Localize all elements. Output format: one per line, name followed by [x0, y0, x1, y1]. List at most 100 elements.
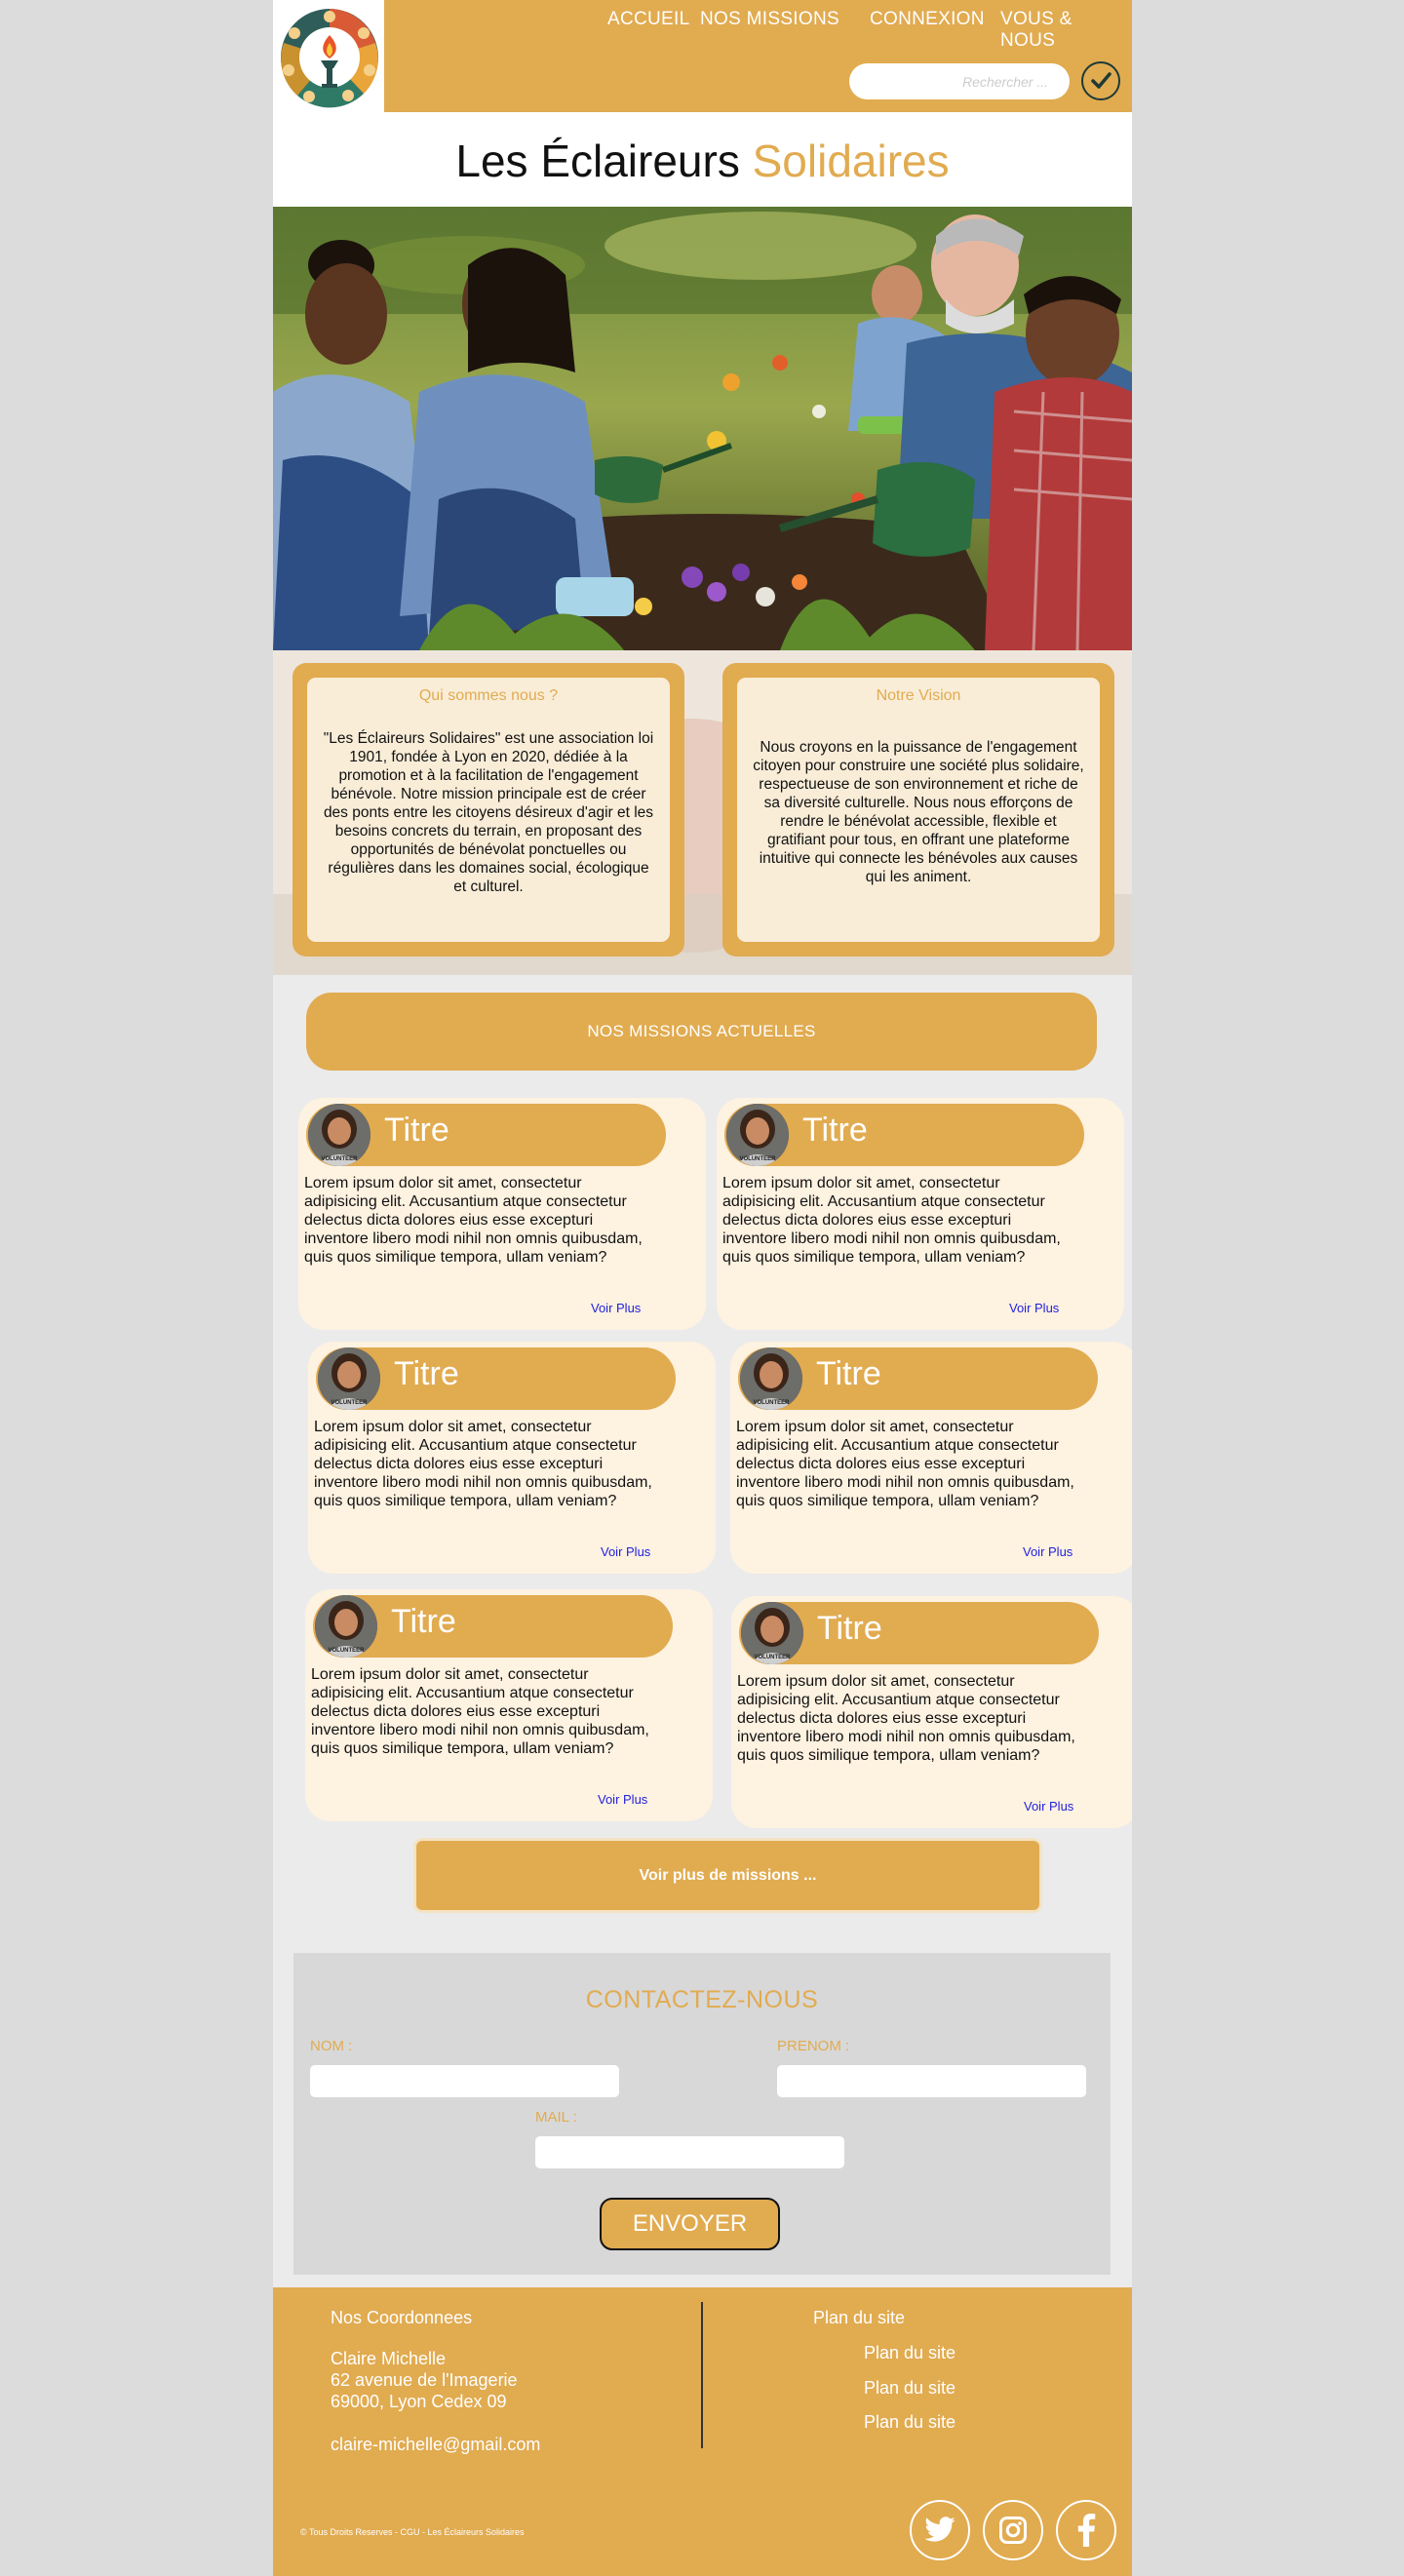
- avatar: VOLUNTEER: [726, 1104, 789, 1166]
- search-input[interactable]: [849, 63, 1070, 99]
- mail-label: MAIL :: [535, 2109, 577, 2126]
- mission-card[interactable]: VOLUNTEER Titre Lorem ipsum dolor sit am…: [730, 1342, 1132, 1574]
- nav-home[interactable]: ACCUEIL: [607, 9, 689, 30]
- nav-login[interactable]: CONNEXION: [870, 9, 985, 30]
- avatar-face: [746, 1117, 769, 1145]
- instagram-icon: [999, 2517, 1027, 2544]
- send-button[interactable]: ENVOYER: [600, 2198, 780, 2250]
- facebook-button[interactable]: [1056, 2500, 1116, 2560]
- hero-image: [273, 207, 1132, 650]
- instagram-button[interactable]: [983, 2500, 1043, 2560]
- nom-field[interactable]: [310, 2065, 619, 2097]
- sitemap-link[interactable]: Plan du site: [864, 2343, 956, 2363]
- about-vision-text: Nous croyons en la puissance de l'engage…: [753, 739, 1084, 885]
- about-who-frame: Qui sommes nous ? "Les Éclaireurs Solida…: [292, 663, 684, 956]
- avatar-badge-text: VOLUNTEER: [754, 1655, 791, 1660]
- mission-card-header: VOLUNTEER Titre: [306, 1104, 666, 1166]
- mission-card-more-link[interactable]: Voir Plus: [1024, 1799, 1073, 1814]
- facebook-icon: [1077, 2514, 1096, 2547]
- mission-card-more-link[interactable]: Voir Plus: [601, 1544, 650, 1559]
- nav-missions[interactable]: NOS MISSIONS: [700, 9, 839, 30]
- about-vision-card: Notre Vision Nous croyons en la puissanc…: [737, 678, 1100, 942]
- mission-card-text: Lorem ipsum dolor sit amet, consectetur …: [314, 1419, 652, 1509]
- mission-card-header: VOLUNTEER Titre: [724, 1104, 1084, 1166]
- mail-field[interactable]: [535, 2136, 844, 2168]
- nom-label: NOM :: [310, 2038, 353, 2054]
- header: ACCUEIL NOS MISSIONS CONNEXION VOUS & NO…: [273, 0, 1132, 112]
- avatar-face: [760, 1616, 784, 1643]
- twitter-icon: [924, 2517, 956, 2542]
- about-who-card: Qui sommes nous ? "Les Éclaireurs Solida…: [307, 678, 670, 942]
- mission-card-title: Titre: [816, 1355, 881, 1392]
- mission-card-text: Lorem ipsum dolor sit amet, consectetur …: [737, 1673, 1075, 1764]
- mission-card-more-link[interactable]: Voir Plus: [598, 1792, 647, 1807]
- about-who-text: "Les Éclaireurs Solidaires" est une asso…: [323, 730, 654, 895]
- avatar-portrait: VOLUNTEER: [315, 1595, 377, 1658]
- site-title-main: Les Éclaireurs: [455, 136, 740, 186]
- mission-card-header: VOLUNTEER Titre: [739, 1602, 1099, 1664]
- title-bar: Les Éclaireurs Solidaires: [273, 112, 1132, 207]
- copyright: © Tous Droits Reserves - CGU - Les Éclai…: [300, 2527, 525, 2537]
- more-missions-button[interactable]: Voir plus de missions ...: [413, 1838, 1042, 1913]
- sitemap-title[interactable]: Plan du site: [813, 2308, 905, 2328]
- prenom-field[interactable]: [777, 2065, 1086, 2097]
- mission-card-more-link[interactable]: Voir Plus: [591, 1301, 641, 1315]
- footer-coords-title: Nos Coordonnees: [331, 2308, 473, 2327]
- mission-card-header: VOLUNTEER Titre: [313, 1595, 673, 1658]
- avatar-face: [328, 1117, 351, 1145]
- footer-name: Claire Michelle: [331, 2349, 447, 2368]
- contact-heading: CONTACTEZ-NOUS: [585, 1986, 819, 2013]
- avatar-portrait: VOLUNTEER: [741, 1602, 803, 1664]
- sitemap-link[interactable]: Plan du site: [864, 2378, 956, 2399]
- sitemap-link[interactable]: Plan du site: [864, 2412, 956, 2433]
- missions-heading: NOS MISSIONS ACTUELLES: [306, 993, 1097, 1071]
- footer-divider: [701, 2302, 703, 2448]
- about-who-title: Qui sommes nous ?: [418, 687, 559, 704]
- mission-card[interactable]: VOLUNTEER Titre Lorem ipsum dolor sit am…: [308, 1342, 716, 1574]
- twitter-button[interactable]: [910, 2500, 970, 2560]
- page: ACCUEIL NOS MISSIONS CONNEXION VOUS & NO…: [273, 0, 1132, 2576]
- checkmark-icon: [1091, 72, 1112, 89]
- mission-card-more-link[interactable]: Voir Plus: [1009, 1301, 1059, 1315]
- avatar-portrait: VOLUNTEER: [740, 1347, 802, 1410]
- avatar-portrait: VOLUNTEER: [318, 1347, 380, 1410]
- logo-icon: [281, 9, 378, 108]
- avatar-badge-text: VOLUNTEER: [331, 1400, 368, 1406]
- mission-card-more-link[interactable]: Voir Plus: [1023, 1544, 1072, 1559]
- about-vision-frame: Notre Vision Nous croyons en la puissanc…: [722, 663, 1114, 956]
- footer-email[interactable]: claire-michelle@gmail.com: [331, 2435, 540, 2455]
- mission-card-title: Titre: [391, 1603, 456, 1640]
- mission-card[interactable]: VOLUNTEER Titre Lorem ipsum dolor sit am…: [731, 1596, 1132, 1828]
- avatar-face: [760, 1361, 783, 1388]
- contact-form: CONTACTEZ-NOUS NOM : PRENOM : MAIL : ENV…: [293, 1953, 1111, 2275]
- mission-card-text: Lorem ipsum dolor sit amet, consectetur …: [736, 1419, 1074, 1509]
- mission-card-text: Lorem ipsum dolor sit amet, consectetur …: [311, 1666, 649, 1757]
- avatar-face: [334, 1609, 358, 1636]
- nav-about[interactable]: VOUS & NOUS: [1000, 9, 1132, 52]
- mission-card-text: Lorem ipsum dolor sit amet, consectetur …: [722, 1175, 1061, 1266]
- avatar: VOLUNTEER: [315, 1595, 377, 1658]
- avatar: VOLUNTEER: [308, 1104, 370, 1166]
- avatar-badge-text: VOLUNTEER: [739, 1156, 776, 1162]
- search-button[interactable]: [1081, 61, 1120, 100]
- avatar-badge-text: VOLUNTEER: [321, 1156, 358, 1162]
- mission-card-title: Titre: [802, 1112, 868, 1149]
- avatar-badge-text: VOLUNTEER: [328, 1648, 365, 1654]
- avatar-badge-text: VOLUNTEER: [753, 1400, 790, 1406]
- footer-address-line2: 69000, Lyon Cedex 09: [331, 2392, 507, 2411]
- about-section: Qui sommes nous ? "Les Éclaireurs Solida…: [273, 650, 1132, 975]
- footer-address-line1: 62 avenue de l'Imagerie: [331, 2370, 518, 2390]
- avatar-portrait: VOLUNTEER: [308, 1104, 370, 1166]
- logo-container[interactable]: [273, 0, 384, 112]
- footer: Nos Coordonnees Claire Michelle 62 avenu…: [273, 2287, 1132, 2576]
- avatar: VOLUNTEER: [740, 1347, 802, 1410]
- mission-card[interactable]: VOLUNTEER Titre Lorem ipsum dolor sit am…: [717, 1098, 1124, 1330]
- site-title-accent: Solidaires: [752, 136, 950, 186]
- about-vision-title: Notre Vision: [876, 687, 961, 704]
- site-title: Les Éclaireurs Solidaires: [273, 112, 1132, 210]
- avatar: VOLUNTEER: [318, 1347, 380, 1410]
- mission-card[interactable]: VOLUNTEER Titre Lorem ipsum dolor sit am…: [298, 1098, 706, 1330]
- prenom-label: PRENOM :: [777, 2038, 850, 2054]
- mission-card-text: Lorem ipsum dolor sit amet, consectetur …: [304, 1175, 643, 1266]
- mission-card[interactable]: VOLUNTEER Titre Lorem ipsum dolor sit am…: [305, 1589, 713, 1821]
